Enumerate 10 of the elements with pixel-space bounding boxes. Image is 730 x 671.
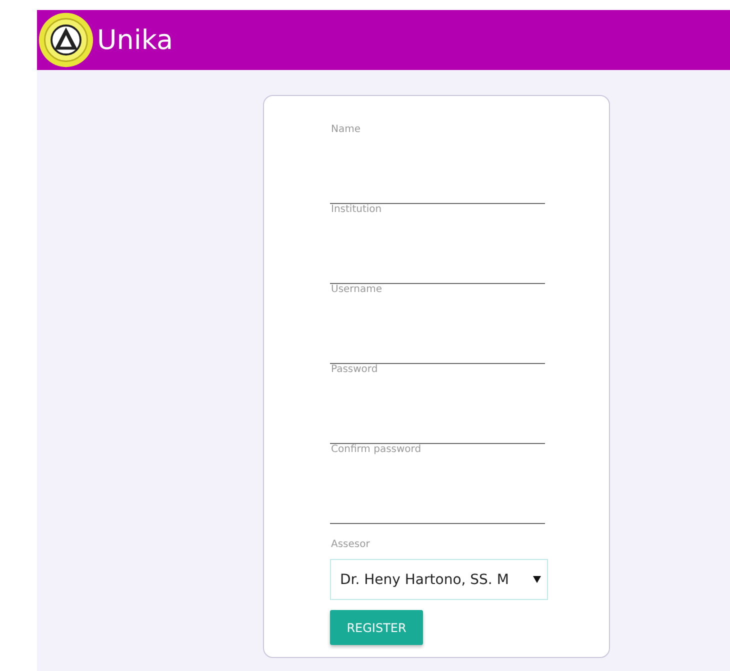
assessor-dropdown[interactable]: Dr. Heny Hartono, SS. M	[330, 559, 548, 600]
field-label: Assesor	[331, 539, 370, 550]
caret-icon	[533, 576, 541, 583]
field-label: Institution	[331, 204, 383, 215]
field-label: Name	[331, 124, 362, 135]
field-label: Confirm password	[331, 444, 422, 455]
app-title: Unika	[97, 24, 174, 56]
logo-icon	[37, 11, 95, 69]
field-label: Username	[331, 284, 383, 295]
field-label: Password	[331, 364, 379, 375]
